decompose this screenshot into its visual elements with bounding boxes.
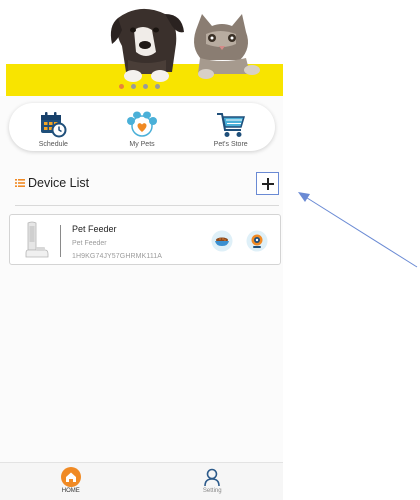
app-screen: Schedule My Pets Pet's Store Device List… xyxy=(0,0,283,500)
carousel-dot-4[interactable] xyxy=(155,84,160,89)
banner-pets-illustration xyxy=(110,8,260,82)
device-id: 1H9KG74JY57GHRMK111A xyxy=(72,253,163,260)
device-list-header: Device List xyxy=(15,172,283,200)
device-list-title: Device List xyxy=(15,176,89,190)
list-icon xyxy=(15,179,25,187)
shortcut-bar: Schedule My Pets Pet's Store xyxy=(9,103,275,151)
pets-store-shortcut[interactable]: Pet's Store xyxy=(186,103,275,151)
carousel-dot-3[interactable] xyxy=(143,84,148,89)
my-pets-shortcut[interactable]: My Pets xyxy=(98,103,187,151)
tab-setting[interactable]: Setting xyxy=(142,463,284,500)
pet-feeder-device-icon xyxy=(25,221,49,258)
calendar-clock-icon xyxy=(41,112,67,138)
schedule-shortcut[interactable]: Schedule xyxy=(9,103,98,151)
header-divider xyxy=(15,205,279,206)
promo-banner[interactable] xyxy=(0,0,283,96)
plus-icon xyxy=(261,177,274,190)
carousel-dot-2[interactable] xyxy=(131,84,136,89)
my-pets-label: My Pets xyxy=(129,141,155,148)
carousel-dot-1[interactable] xyxy=(119,84,124,89)
shopping-cart-icon xyxy=(216,113,245,137)
tab-home[interactable]: HOME xyxy=(0,463,142,500)
home-icon xyxy=(60,467,81,487)
device-list-title-text: Device List xyxy=(28,176,90,190)
device-name: Pet Feeder xyxy=(72,224,117,234)
schedule-label: Schedule xyxy=(38,141,68,148)
device-type: Pet Feeder xyxy=(72,240,107,247)
feed-bowl-icon[interactable] xyxy=(211,230,233,252)
tab-setting-label: Setting xyxy=(202,488,222,494)
device-separator xyxy=(60,225,61,257)
add-device-button[interactable] xyxy=(256,172,279,195)
person-icon xyxy=(204,468,221,487)
carousel-dots[interactable] xyxy=(119,84,160,89)
tab-home-label: HOME xyxy=(61,488,80,494)
camera-icon[interactable] xyxy=(246,230,268,252)
device-card[interactable]: Pet Feeder Pet Feeder 1H9KG74JY57GHRMK11… xyxy=(9,214,281,265)
bottom-tab-bar: HOME Setting xyxy=(0,462,283,500)
paw-heart-icon xyxy=(127,111,157,137)
pets-store-label: Pet's Store xyxy=(213,141,248,148)
